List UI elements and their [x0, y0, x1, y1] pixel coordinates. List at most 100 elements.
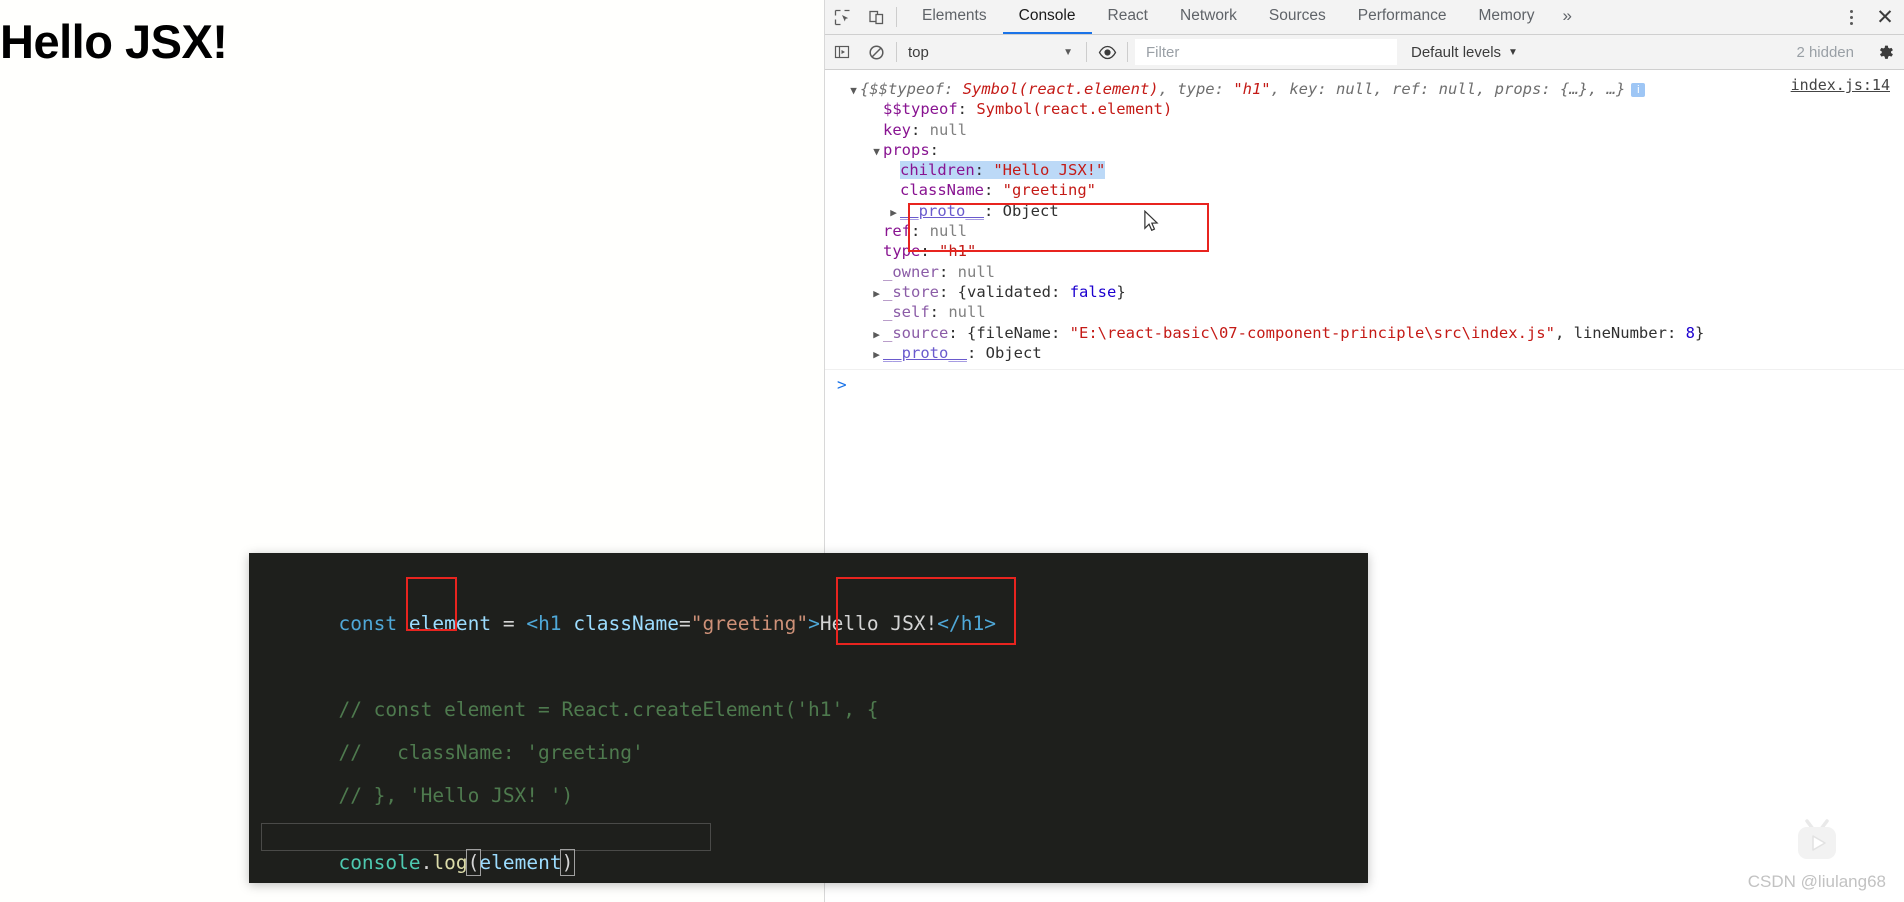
- source-filename-value: "E:\react-basic\07-component-principle\s…: [1069, 323, 1555, 342]
- object-property-row-store[interactable]: _store: {validated: false}: [825, 282, 1904, 302]
- object-property-row[interactable]: ref: null: [825, 221, 1904, 241]
- property-key: type: [883, 242, 921, 261]
- property-value: null: [957, 262, 995, 281]
- disclosure-triangle-icon[interactable]: [870, 284, 883, 304]
- inspect-element-icon[interactable]: [825, 0, 859, 34]
- more-tabs-button[interactable]: »: [1550, 0, 1583, 34]
- tab-label: Memory: [1478, 7, 1535, 24]
- property-separator: :: [920, 242, 939, 261]
- property-key: children: [900, 161, 975, 180]
- tab-sources[interactable]: Sources: [1253, 0, 1342, 34]
- disclosure-triangle-icon[interactable]: [887, 203, 900, 223]
- property-key: __proto__: [883, 343, 967, 362]
- device-toolbar-icon[interactable]: [859, 0, 893, 34]
- chevron-double-right-icon: »: [1562, 6, 1572, 25]
- disclosure-triangle-icon[interactable]: [870, 345, 883, 365]
- object-property-row-proto[interactable]: __proto__: Object: [825, 201, 1904, 221]
- code-token-const: const: [338, 612, 398, 635]
- property-separator: :: [948, 323, 967, 342]
- disclosure-triangle-icon[interactable]: [847, 81, 860, 101]
- property-key: className: [900, 181, 984, 200]
- code-comment: // }, 'Hello JSX! '): [338, 784, 574, 807]
- code-token-equals: =: [678, 612, 691, 635]
- more-options-icon[interactable]: [1836, 0, 1866, 34]
- filterbar-separator-2: [1086, 42, 1087, 62]
- devtools-tabbar: Elements Console React Network Sources P…: [825, 0, 1904, 35]
- settings-gear-icon[interactable]: [1866, 35, 1904, 69]
- console-sidebar-icon[interactable]: [825, 35, 859, 69]
- live-expression-icon[interactable]: [1090, 35, 1124, 69]
- object-property-row[interactable]: _owner: null: [825, 262, 1904, 282]
- toolbar-separator: [896, 7, 897, 27]
- property-key: _self: [883, 303, 930, 322]
- console-message[interactable]: index.js:14 {$$typeof: Symbol(react.elem…: [825, 70, 1904, 371]
- log-levels-selector[interactable]: Default levels ▼: [1397, 35, 1532, 69]
- code-line-5: console.log(element): [268, 827, 576, 883]
- object-preview-row[interactable]: {$$typeof: Symbol(react.element), type: …: [825, 79, 1904, 99]
- clear-console-icon[interactable]: [859, 35, 893, 69]
- tab-memory[interactable]: Memory: [1462, 0, 1550, 34]
- code-token-attr-name: className: [573, 612, 679, 635]
- tab-console[interactable]: Console: [1002, 0, 1092, 34]
- tab-elements[interactable]: Elements: [906, 0, 1003, 34]
- property-separator: :: [929, 140, 940, 159]
- object-property-row-children[interactable]: children: "Hello JSX!": [825, 160, 1904, 180]
- property-separator: :: [967, 343, 986, 362]
- object-property-row[interactable]: $$typeof: Symbol(react.element): [825, 99, 1904, 119]
- tab-react[interactable]: React: [1092, 0, 1165, 34]
- property-separator: :: [911, 120, 930, 139]
- object-property-row-props[interactable]: props:: [825, 140, 1904, 160]
- property-key: props: [883, 140, 930, 159]
- property-value: null: [948, 303, 986, 322]
- property-key: _source: [883, 323, 949, 342]
- selected-property: children: "Hello JSX!": [900, 161, 1106, 180]
- tab-label: Network: [1180, 7, 1237, 24]
- chevron-down-icon: ▼: [1063, 46, 1073, 58]
- disclosure-triangle-icon[interactable]: [870, 325, 883, 345]
- code-editor-panel[interactable]: const element = <h1 className="greeting"…: [249, 553, 1368, 883]
- property-key: __proto__: [900, 201, 984, 220]
- filterbar-separator-1: [896, 42, 897, 62]
- close-icon[interactable]: ✕: [1866, 0, 1904, 34]
- code-token-space2: [562, 612, 574, 635]
- property-value: "h1": [939, 242, 977, 261]
- object-property-row[interactable]: type: "h1": [825, 241, 1904, 261]
- property-separator: :: [939, 262, 958, 281]
- tab-label: React: [1107, 7, 1149, 24]
- tab-network[interactable]: Network: [1164, 0, 1253, 34]
- disclosure-triangle-icon[interactable]: [870, 142, 883, 162]
- filter-input[interactable]: Filter: [1135, 39, 1397, 65]
- devtools-tab-list: Elements Console React Network Sources P…: [906, 0, 1584, 34]
- levels-label: Default levels: [1411, 43, 1502, 61]
- source-filename-key: fileName: [976, 323, 1051, 342]
- close-glyph: ✕: [1876, 5, 1894, 29]
- object-property-row[interactable]: key: null: [825, 120, 1904, 140]
- watermark-text: CSDN @liulang68: [1747, 872, 1886, 891]
- property-key: $$typeof: [883, 100, 958, 119]
- object-property-row-classname[interactable]: className: "greeting": [825, 180, 1904, 200]
- object-property-row-proto-root[interactable]: __proto__: Object: [825, 343, 1904, 363]
- property-separator: :: [984, 181, 1003, 200]
- object-property-row[interactable]: _self: null: [825, 302, 1904, 322]
- tab-performance[interactable]: Performance: [1342, 0, 1463, 34]
- csdn-play-logo-icon: [1789, 816, 1845, 868]
- property-separator: :: [974, 161, 994, 180]
- object-property-row-source[interactable]: _source: {fileName: "E:\react-basic\07-c…: [825, 323, 1904, 343]
- console-context-selector[interactable]: top ▼: [900, 35, 1083, 69]
- prompt-caret-icon: >: [837, 375, 847, 395]
- page-title: Hello JSX!: [0, 15, 228, 68]
- console-prompt[interactable]: >: [825, 370, 1904, 400]
- context-label: top: [908, 43, 929, 61]
- code-token-console: console: [338, 851, 421, 874]
- code-token-arg: element: [479, 851, 562, 874]
- watermark: CSDN @liulang68: [1748, 816, 1886, 892]
- info-badge[interactable]: i: [1631, 82, 1646, 97]
- property-separator: :: [939, 282, 958, 301]
- property-value: null: [929, 120, 967, 139]
- code-token-close-tag: </h1>: [937, 612, 996, 635]
- code-token-open-tag: <h1: [526, 612, 562, 635]
- code-token-close-paren: ): [559, 849, 576, 876]
- store-validated-key: validated: [967, 282, 1052, 301]
- property-value: Object: [1002, 201, 1059, 220]
